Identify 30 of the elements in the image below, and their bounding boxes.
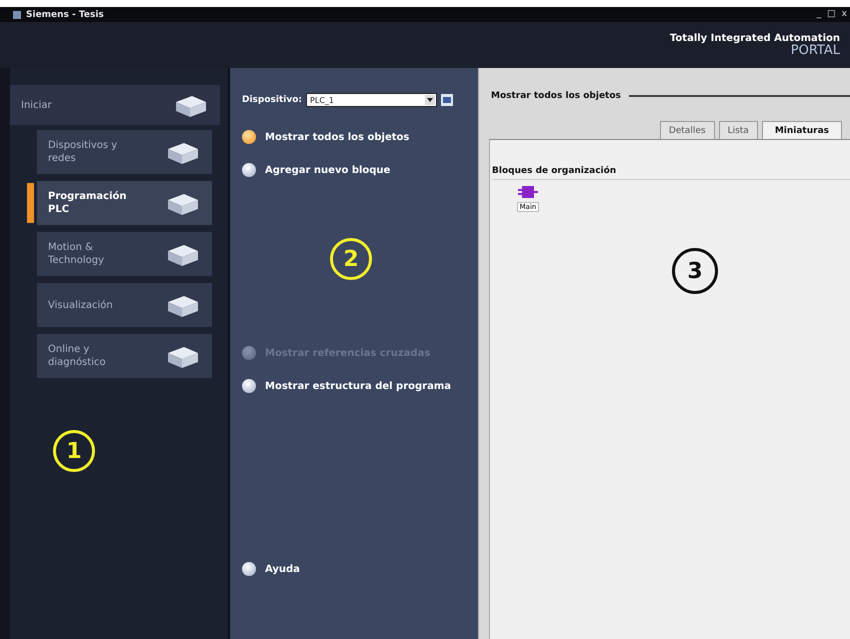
annotation-circle: 3 bbox=[672, 248, 718, 294]
product-name: PORTAL bbox=[790, 44, 840, 57]
block-icon[interactable] bbox=[518, 185, 538, 199]
portal-item[interactable]: Dispositivos y redes bbox=[37, 130, 212, 174]
portal-item[interactable]: Programación PLC bbox=[37, 181, 212, 225]
window-control[interactable]: x bbox=[840, 10, 848, 19]
group-heading: Bloques de organización bbox=[492, 166, 850, 180]
view-tab[interactable]: Detalles bbox=[660, 121, 715, 139]
window-control[interactable]: □ bbox=[826, 10, 837, 19]
action-item[interactable]: Agregar nuevo bloque bbox=[242, 163, 390, 177]
portal-item[interactable]: Visualización bbox=[37, 283, 212, 327]
content-title: Mostrar todos los objetos bbox=[491, 91, 621, 101]
view-tab[interactable]: Miniaturas bbox=[762, 121, 842, 139]
device-label: Dispositivo: bbox=[242, 95, 302, 105]
window-control[interactable]: _ bbox=[816, 10, 822, 19]
portal-item[interactable]: Motion & Technology bbox=[37, 232, 212, 276]
annotation-circle: 1 bbox=[53, 430, 95, 472]
portal-item[interactable]: Online y diagnóstico bbox=[37, 334, 212, 378]
device-view-icon[interactable] bbox=[441, 94, 454, 106]
action-item[interactable]: Mostrar estructura del programa bbox=[242, 379, 452, 393]
portal-item[interactable]: Iniciar bbox=[10, 85, 220, 125]
app-icon bbox=[12, 10, 22, 20]
window-title: Siemens - Tesis bbox=[26, 10, 104, 20]
annotation-circle: 2 bbox=[330, 238, 372, 280]
device-dropdown[interactable]: PLC_1 bbox=[306, 93, 438, 107]
action-item[interactable]: Mostrar todos los objetos bbox=[242, 130, 410, 144]
brand-name: Totally Integrated Automation bbox=[670, 33, 840, 44]
action-item[interactable]: Ayuda bbox=[242, 562, 300, 576]
view-tab[interactable]: Lista bbox=[718, 121, 758, 139]
dropdown-arrow-icon bbox=[425, 95, 436, 105]
